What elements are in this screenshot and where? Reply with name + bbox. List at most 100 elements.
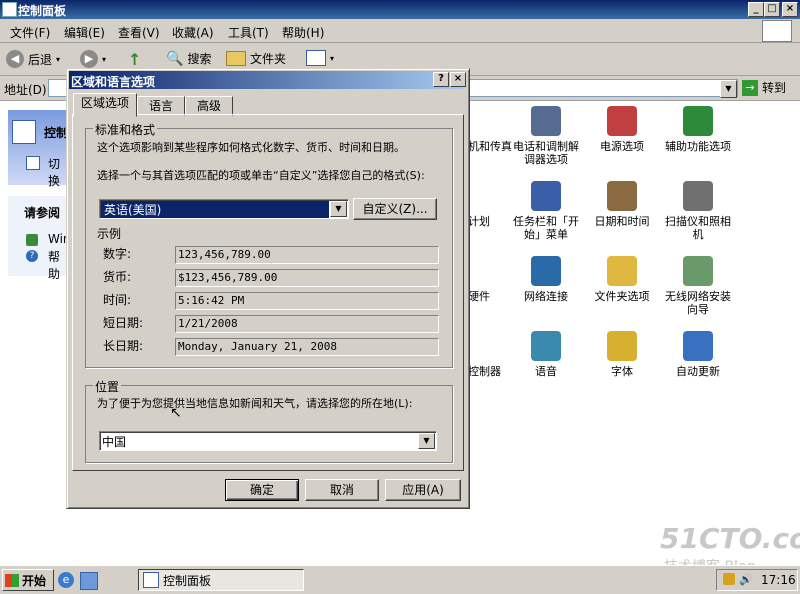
control-panel-item[interactable]: 辅助功能选项 (660, 106, 736, 153)
format-dropdown-icon[interactable]: ▼ (330, 201, 347, 217)
volume-icon[interactable]: 🔊 (739, 573, 753, 586)
start-button[interactable]: 开始 (2, 569, 54, 591)
switch-view-icon (26, 156, 40, 170)
close-button[interactable]: × (782, 2, 798, 17)
tab-languages[interactable]: 语言 (137, 96, 185, 116)
control-panel-item-label: 自动更新 (676, 365, 720, 378)
dialog-title: 区域和语言选项 (71, 75, 156, 89)
minimize-button[interactable]: _ (748, 2, 764, 17)
back-dropdown-icon[interactable]: ▾ (56, 55, 60, 64)
control-panel-item-label: 扫描仪和照相机 (665, 215, 731, 241)
search-button[interactable]: 🔍 搜索 (166, 50, 211, 67)
control-panel-item-icon (683, 256, 713, 286)
address-dropdown-icon[interactable]: ▼ (720, 80, 737, 98)
control-panel-large-icon (12, 120, 36, 144)
control-panel-item[interactable]: 日期和时间 (584, 181, 660, 228)
menu-favorites[interactable]: 收藏(A) (172, 24, 214, 41)
taskbar: 开始 e 控制面板 🔊 17:16 (0, 565, 800, 594)
sample-short-date-label: 短日期: (103, 316, 144, 330)
ie-quicklaunch-icon[interactable]: e (58, 572, 74, 588)
back-button[interactable]: ◀ 后退 ▾ (6, 50, 60, 68)
folder-icon (226, 51, 246, 66)
control-panel-item[interactable]: 电话和调制解调器选项 (508, 106, 584, 166)
forward-dropdown-icon[interactable]: ▾ (102, 55, 106, 64)
windows-update-icon (26, 234, 38, 246)
control-panel-item[interactable]: 电源选项 (584, 106, 660, 153)
menu-bar: 文件(F) 编辑(E) 查看(V) 收藏(A) 工具(T) 帮助(H) (0, 19, 800, 43)
location-group-label: 位置 (93, 378, 122, 395)
mouse-cursor-icon: ↖ (170, 405, 182, 421)
dialog-close-button[interactable]: × (450, 72, 466, 87)
system-tray: 🔊 17:16 (716, 569, 798, 591)
clock[interactable]: 17:16 (761, 573, 796, 587)
start-label: 开始 (22, 573, 47, 588)
security-shield-icon[interactable] (723, 573, 735, 585)
main-title-bar[interactable]: 控制面板 _ □ × (0, 0, 800, 19)
control-panel-icon (2, 2, 17, 17)
search-label: 搜索 (187, 52, 212, 66)
control-panel-item[interactable]: 自动更新 (660, 331, 736, 378)
see-also-header: 请参阅 (24, 206, 61, 220)
tab-advanced[interactable]: 高级 (185, 96, 233, 116)
control-panel-item-icon (531, 256, 561, 286)
menu-help[interactable]: 帮助(H) (282, 24, 324, 41)
format-select[interactable]: 英语(美国) ▼ (99, 199, 349, 219)
up-folder-icon: ↑ (128, 50, 142, 69)
menu-edit[interactable]: 编辑(E) (64, 24, 105, 41)
views-icon (306, 50, 326, 66)
control-panel-item[interactable]: 无线网络安装向导 (660, 256, 736, 316)
taskbar-control-panel-icon (143, 572, 159, 588)
help-icon: ? (26, 250, 38, 262)
address-label: 地址(D) (4, 83, 47, 97)
cancel-button[interactable]: 取消 (305, 479, 379, 501)
tab-regional-options[interactable]: 区域选项 (73, 93, 137, 117)
forward-button[interactable]: ▶ ▾ (80, 50, 106, 68)
standards-group-label: 标准和格式 (93, 121, 158, 138)
format-select-value: 英语(美国) (101, 201, 329, 218)
control-panel-item-label: 无线网络安装向导 (665, 290, 731, 316)
location-select[interactable]: 中国 ▼ (99, 431, 437, 451)
task-pane-header: 控制 (44, 126, 69, 140)
sample-time-value: 5:16:42 PM (175, 292, 439, 310)
control-panel-item[interactable]: 任务栏和「开始」菜单 (508, 181, 584, 241)
control-panel-item[interactable]: 文件夹选项 (584, 256, 660, 303)
control-panel-item-icon (531, 106, 561, 136)
control-panel-item-label: 电话和调制解调器选项 (513, 140, 579, 166)
control-panel-item[interactable]: 扫描仪和照相机 (660, 181, 736, 241)
desktop-quicklaunch-icon[interactable] (80, 572, 98, 590)
menu-view[interactable]: 查看(V) (118, 24, 160, 41)
see-also-pane: 请参阅 Win ? 帮助 (8, 196, 71, 281)
control-panel-item-icon (683, 331, 713, 361)
control-panel-item[interactable]: 字体 (584, 331, 660, 378)
views-dropdown-icon[interactable]: ▾ (330, 54, 334, 63)
ok-button[interactable]: 确定 (225, 479, 299, 501)
taskbar-item-label: 控制面板 (163, 573, 212, 588)
control-panel-item[interactable]: 语音 (508, 331, 584, 378)
folders-button[interactable]: 文件夹 (226, 50, 286, 67)
apply-button[interactable]: 应用(A) (385, 479, 461, 501)
up-button[interactable]: ↑ (128, 50, 141, 69)
control-panel-item[interactable]: 网络连接 (508, 256, 584, 303)
control-panel-item-label: 文件夹选项 (594, 290, 650, 303)
control-panel-item-icon (683, 181, 713, 211)
folders-label: 文件夹 (250, 52, 287, 66)
taskbar-item-control-panel[interactable]: 控制面板 (138, 569, 304, 591)
standards-description: 这个选项影响到某些程序如何格式化数字、货币、时间和日期。 (97, 141, 405, 154)
sample-long-date-value: Monday, January 21, 2008 (175, 338, 439, 356)
control-panel-item-icon (683, 106, 713, 136)
views-button[interactable]: ▾ (306, 50, 334, 66)
maximize-button[interactable]: □ (764, 2, 780, 17)
search-icon: 🔍 (166, 50, 184, 67)
control-panel-item-icon (607, 106, 637, 136)
back-label: 后退 (28, 52, 53, 67)
menu-file[interactable]: 文件(F) (10, 24, 50, 41)
location-dropdown-icon[interactable]: ▼ (418, 433, 435, 449)
dialog-title-bar[interactable]: 区域和语言选项 ? × (69, 71, 466, 89)
customize-button[interactable]: 自定义(Z)... (353, 198, 437, 220)
menu-tools[interactable]: 工具(T) (228, 24, 269, 41)
dialog-help-button[interactable]: ? (433, 72, 449, 87)
control-panel-item-icon (607, 181, 637, 211)
go-button[interactable]: → 转到 (742, 79, 786, 96)
sample-number-value: 123,456,789.00 (175, 246, 439, 264)
format-instruction: 选择一个与其首选项匹配的项或单击“自定义”选择您自己的格式(S): (97, 169, 425, 182)
